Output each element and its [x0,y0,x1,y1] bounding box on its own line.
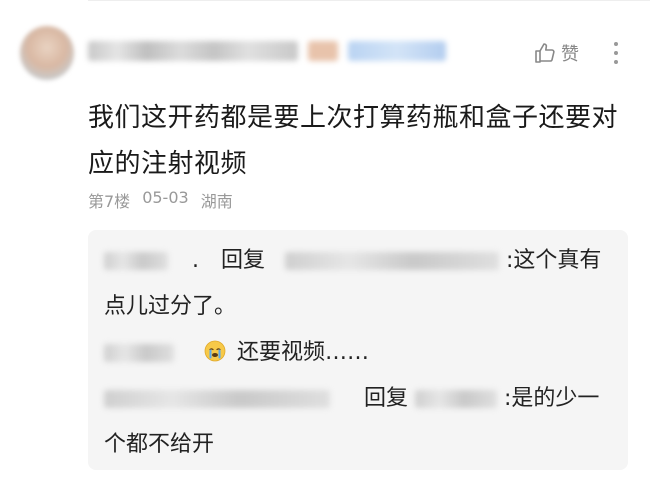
top-divider [88,0,650,1]
reply-item[interactable]: . 回复 :这个真有点儿过分了。 [104,238,614,330]
reply-username-blurred[interactable] [104,344,174,362]
reply-box: . 回复 :这个真有点儿过分了。 还要视频…… 回复 :是的少一个都不给开 [88,230,628,470]
reply-keyword: 回复 [364,386,409,411]
comment-header [88,38,446,64]
reply-target-blurred[interactable] [285,252,500,270]
like-button[interactable]: 赞 [533,38,579,68]
user-badge-blurred [308,41,338,61]
comment-body: 我们这开药都是要上次打算药瓶和盒子还要对应的注射视频 [88,103,619,179]
thumbs-up-icon [533,41,557,65]
crying-face-emoji [204,333,226,362]
reply-username-blurred[interactable] [104,390,330,408]
comment-location: 湖南 [200,192,233,211]
reply-item[interactable]: 回复 :是的少一个都不给开 [104,376,614,468]
reply-keyword: 回复 [221,248,266,273]
comment-meta: 第7楼 05-03 湖南 [88,188,233,212]
reply-item[interactable]: 还要视频…… [104,330,614,376]
username-blurred[interactable] [88,41,298,61]
vertical-ellipsis-icon [614,42,618,64]
user-tag-blurred [348,41,446,61]
reply-username-blurred[interactable] [104,252,168,270]
reply-separator-dot: . [192,248,199,273]
reply-target-blurred[interactable] [415,390,498,408]
reply-content: 还要视频…… [237,340,370,365]
avatar[interactable] [20,26,74,80]
like-label: 赞 [561,44,579,65]
more-options-button[interactable] [606,38,626,68]
floor-number: 第7楼 [88,192,131,211]
comment-date: 05-03 [142,188,189,207]
